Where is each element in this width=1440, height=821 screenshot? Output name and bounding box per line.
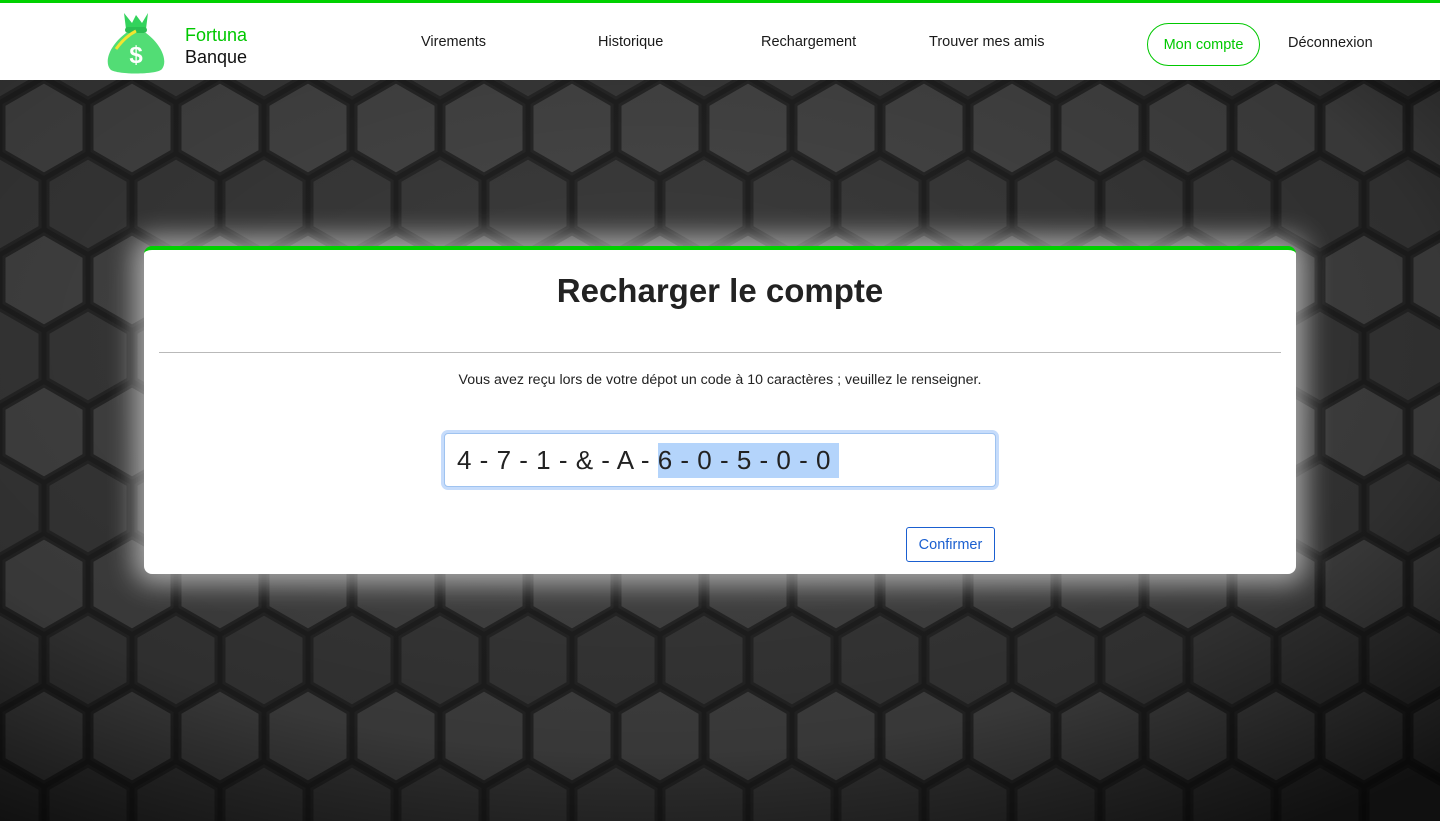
money-bag-icon[interactable]: $ <box>102 9 170 77</box>
brand-name[interactable]: Fortuna Banque <box>185 24 247 68</box>
divider <box>159 352 1281 353</box>
code-text-selected: 6 - 0 - 5 - 0 - 0 <box>657 442 839 478</box>
code-text-unselected: 4 - 7 - 1 - & - A - <box>457 444 658 475</box>
nav-virements[interactable]: Virements <box>421 34 486 50</box>
svg-text:$: $ <box>129 42 143 69</box>
nav-historique[interactable]: Historique <box>598 34 663 50</box>
brand-line-2: Banque <box>185 47 248 67</box>
recharge-card: Recharger le compte Vous avez reçu lors … <box>144 246 1296 574</box>
nav-trouver-mes-amis[interactable]: Trouver mes amis <box>929 34 1044 50</box>
my-account-button[interactable]: Mon compte <box>1147 23 1260 66</box>
logout-link[interactable]: Déconnexion <box>1288 35 1373 51</box>
instruction-text: Vous avez reçu lors de votre dépot un co… <box>458 372 982 388</box>
top-navbar: $ Fortuna Banque Virements Historique Re… <box>0 0 1440 80</box>
recharge-code-input[interactable]: 4 - 7 - 1 - & - A - 6 - 0 - 5 - 0 - 0 <box>444 433 996 487</box>
confirm-button[interactable]: Confirmer <box>906 527 995 562</box>
nav-rechargement[interactable]: Rechargement <box>761 34 856 50</box>
brand-line-1: Fortuna <box>185 25 248 45</box>
page-title: Recharger le compte <box>556 272 884 309</box>
